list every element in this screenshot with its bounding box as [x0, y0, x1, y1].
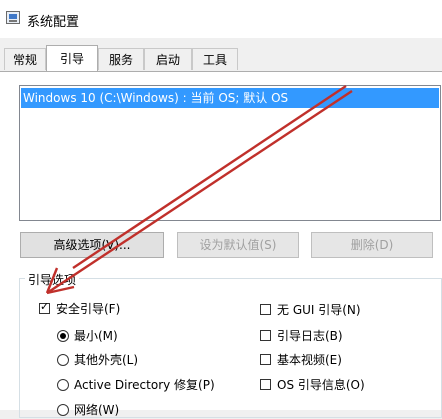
- alternate-shell-label: 其他外壳(L): [74, 353, 139, 367]
- no-gui-boot-label: 无 GUI 引导(N): [277, 303, 361, 317]
- os-list[interactable]: Windows 10 (C:\Windows) : 当前 OS; 默认 OS: [19, 85, 441, 221]
- delete-button[interactable]: 删除(D): [311, 232, 433, 258]
- set-default-button[interactable]: 设为默认值(S): [177, 232, 299, 258]
- base-video-label: 基本视频(E): [277, 353, 342, 367]
- boot-log-checkbox[interactable]: [260, 330, 271, 341]
- title-bar: 系统配置: [0, 0, 442, 38]
- os-boot-info-label: OS 引导信息(O): [277, 378, 365, 392]
- minimal-label: 最小(M): [74, 329, 118, 343]
- safe-boot-label: 安全引导(F): [56, 302, 121, 316]
- network-radio[interactable]: [57, 404, 69, 416]
- os-boot-info-checkbox[interactable]: [260, 379, 271, 390]
- ad-repair-radio[interactable]: [57, 379, 69, 391]
- advanced-options-button[interactable]: 高级选项(V)...: [20, 232, 164, 258]
- tab-strip: 常规 引导 服务 启动 工具: [0, 45, 442, 71]
- tab-services[interactable]: 服务: [98, 48, 144, 70]
- boot-log-label: 引导日志(B): [277, 329, 343, 343]
- network-label: 网络(W): [74, 403, 120, 417]
- tab-boot[interactable]: 引导: [46, 45, 98, 71]
- tab-tools[interactable]: 工具: [192, 48, 238, 70]
- safe-boot-checkbox[interactable]: [39, 300, 50, 314]
- no-gui-boot-checkbox[interactable]: [260, 304, 271, 315]
- os-list-item[interactable]: Windows 10 (C:\Windows) : 当前 OS; 默认 OS: [21, 88, 439, 108]
- boot-options-label: 引导选项: [25, 271, 80, 288]
- tab-startup[interactable]: 启动: [144, 48, 192, 70]
- msconfig-app-icon: [6, 11, 20, 24]
- ad-repair-label: Active Directory 修复(P): [74, 378, 215, 392]
- minimal-radio[interactable]: [57, 330, 69, 342]
- alternate-shell-radio[interactable]: [57, 354, 69, 366]
- boot-options-group: [19, 278, 442, 418]
- window-title: 系统配置: [27, 15, 80, 30]
- tab-general[interactable]: 常规: [4, 48, 46, 70]
- base-video-checkbox[interactable]: [260, 354, 271, 365]
